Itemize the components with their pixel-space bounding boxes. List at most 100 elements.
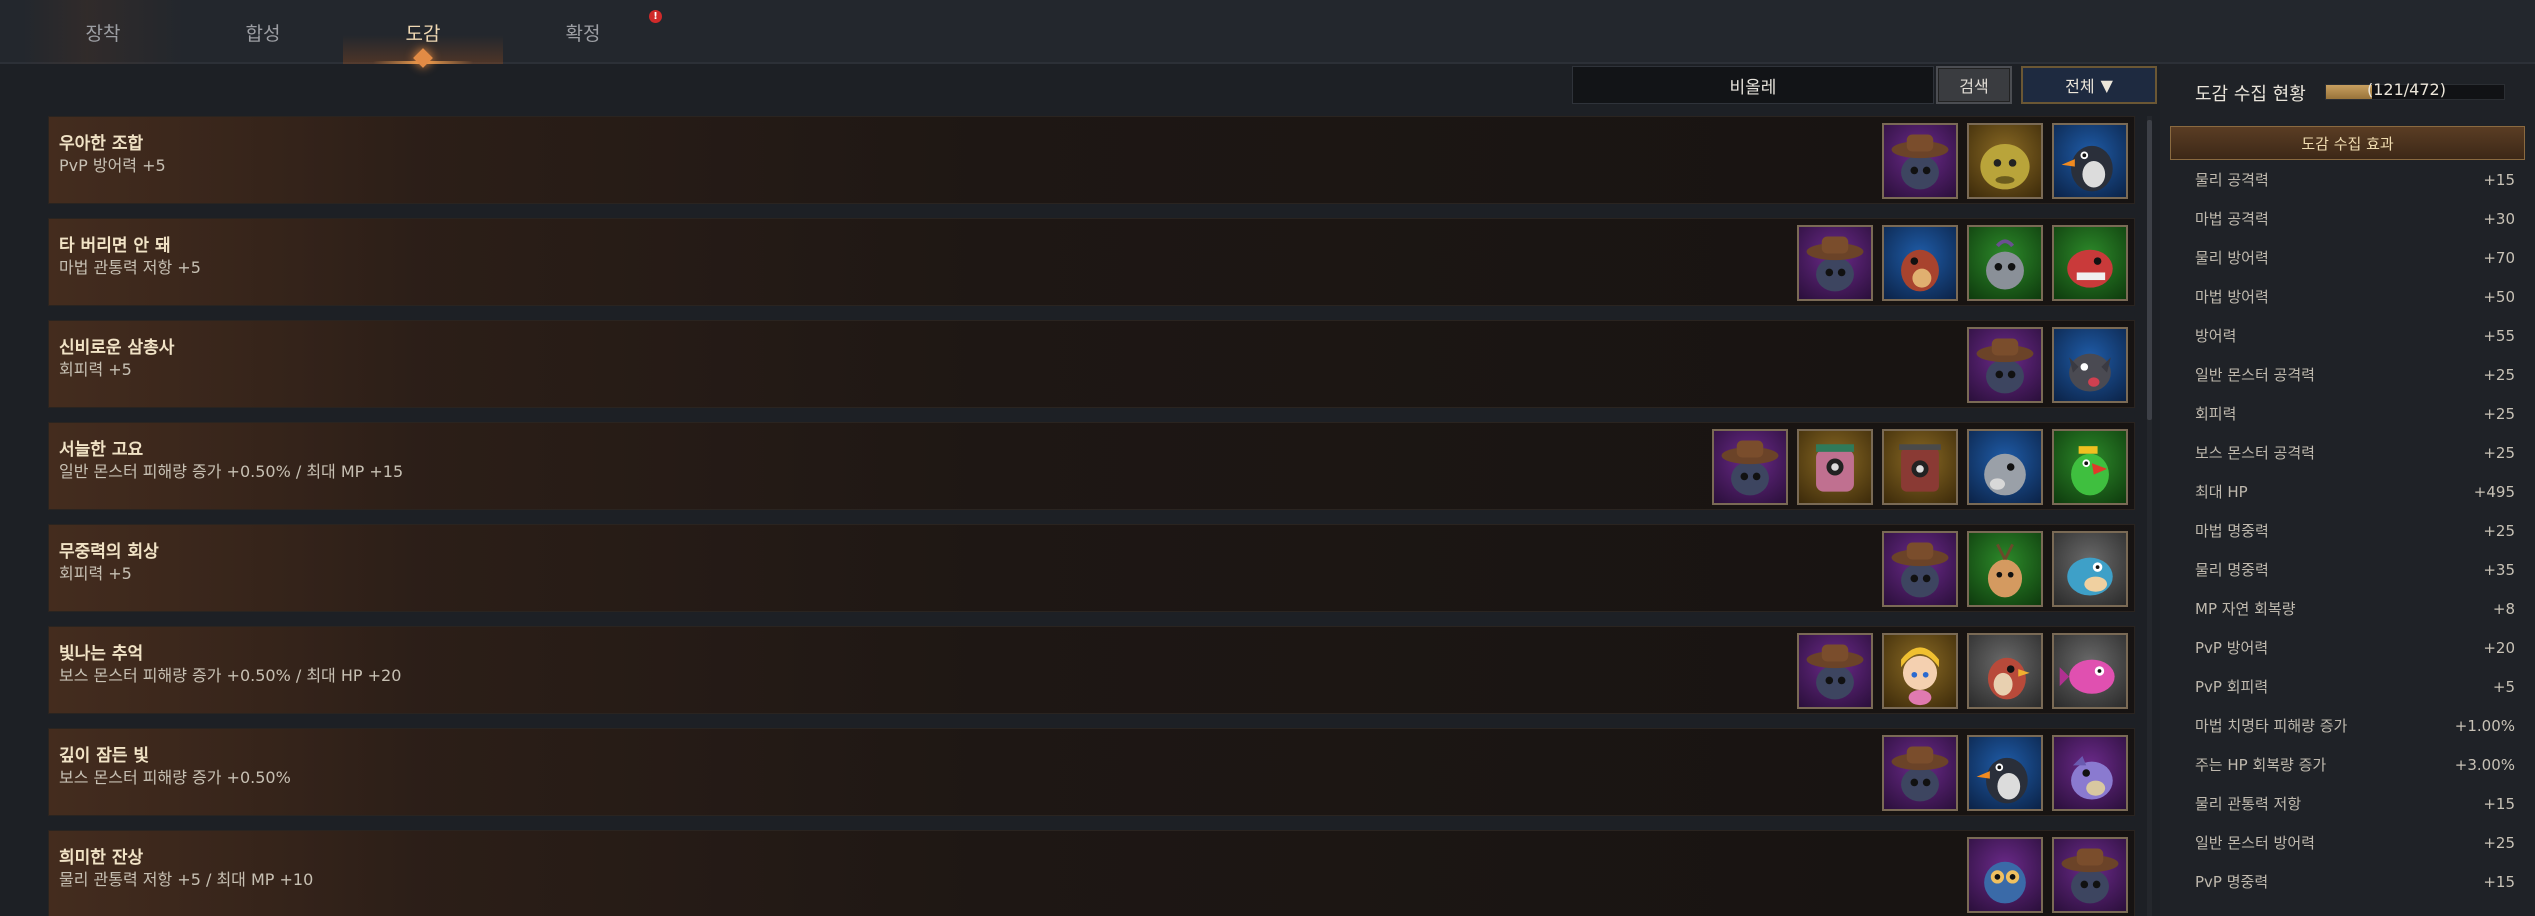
stat-value: +35 <box>2483 560 2515 579</box>
portrait-group <box>1967 327 2128 403</box>
stat-row: 일반 몬스터 방어력 +25 <box>2195 823 2515 862</box>
stat-label: 일반 몬스터 방어력 <box>2195 834 2315 852</box>
codex-row[interactable]: 희미한 잔상 물리 관통력 저항 +5 / 최대 MP +10 <box>48 830 2135 916</box>
creature-portrait-penguin-bird[interactable] <box>2052 123 2128 199</box>
creature-portrait-red-beast[interactable] <box>2052 225 2128 301</box>
stat-row: 마법 공격력 +30 <box>2195 199 2515 238</box>
creature-portrait-fairy-girl[interactable] <box>1882 633 1958 709</box>
collection-progress-text: (121/472) <box>2367 80 2446 99</box>
stat-row: 방어력 +55 <box>2195 316 2515 355</box>
creature-portrait-hat-creature[interactable] <box>1712 429 1788 505</box>
creature-portrait-rock-golem[interactable] <box>1967 123 2043 199</box>
tab-codex-label: 도감 <box>405 22 441 45</box>
stat-label: 마법 명중력 <box>2195 522 2269 540</box>
collection-effect-header: 도감 수집 효과 <box>2170 126 2525 160</box>
row-title: 깊이 잠든 빛 <box>59 746 150 766</box>
tab-confirm-label: 확정 <box>565 22 601 45</box>
tab-bar: 장착 합성 도감 확정 ! <box>0 0 2535 68</box>
creature-portrait-red-robot[interactable] <box>1882 429 1958 505</box>
filter-dropdown[interactable]: 전체 ▼ <box>2021 66 2157 104</box>
stat-label: 방어력 <box>2195 327 2237 345</box>
codex-row[interactable]: 신비로운 삼총사 회피력 +5 <box>48 320 2135 408</box>
creature-portrait-purple-bird[interactable] <box>2052 735 2128 811</box>
filter-label: 전체 <box>2065 77 2095 96</box>
tab-confirm[interactable]: 확정 <box>503 0 663 64</box>
stat-label: 마법 방어력 <box>2195 288 2269 306</box>
codex-row[interactable]: 우아한 조합 PvP 방어력 +5 <box>48 116 2135 204</box>
stat-row: 물리 공격력 +15 <box>2195 160 2515 199</box>
tab-synthesis[interactable]: 합성 <box>183 0 343 64</box>
stat-row: 물리 방어력 +70 <box>2195 238 2515 277</box>
codex-screen: 장착 합성 도감 확정 ! 비올레 검색 전체 ▼ 우아한 조합 PvP 방어력… <box>0 0 2535 916</box>
creature-portrait-hat-creature[interactable] <box>1797 225 1873 301</box>
creature-portrait-penguin-bird[interactable] <box>1967 735 2043 811</box>
row-title: 신비로운 삼총사 <box>59 338 175 358</box>
row-desc: 일반 몬스터 피해량 증가 +0.50% / 최대 MP +15 <box>59 462 404 481</box>
stat-row: 마법 치명타 피해량 증가 +1.00% <box>2195 706 2515 745</box>
stat-value: +25 <box>2483 443 2515 462</box>
stat-label: 주는 HP 회복량 증가 <box>2195 756 2327 774</box>
stat-label: 일반 몬스터 공격력 <box>2195 366 2315 384</box>
stat-value: +8 <box>2492 599 2515 618</box>
row-desc: 마법 관통력 저항 +5 <box>59 258 201 277</box>
creature-portrait-pink-robot[interactable] <box>1797 429 1873 505</box>
list-scroll-thumb[interactable] <box>2147 120 2152 420</box>
codex-row[interactable]: 무중력의 회상 회피력 +5 <box>48 524 2135 612</box>
stat-value: +5 <box>2492 677 2515 696</box>
collection-panel: 도감 수집 현황 (121/472) 도감 수집 효과 물리 공격력 +15 마법… <box>2160 64 2535 916</box>
search-input[interactable]: 비올레 <box>1572 66 1934 104</box>
portrait-group <box>1797 225 2128 301</box>
creature-portrait-hat-creature[interactable] <box>1967 327 2043 403</box>
creature-portrait-hat-creature[interactable] <box>1797 633 1873 709</box>
creature-portrait-ghost-creature[interactable] <box>1967 225 2043 301</box>
portrait-group <box>1882 735 2128 811</box>
stat-label: MP 자연 회복량 <box>2195 600 2296 618</box>
creature-portrait-parrot[interactable] <box>2052 429 2128 505</box>
search-button[interactable]: 검색 <box>1936 66 2012 104</box>
stat-row: 일반 몬스터 공격력 +25 <box>2195 355 2515 394</box>
codex-row[interactable]: 타 버리면 안 돼 마법 관통력 저항 +5 <box>48 218 2135 306</box>
stat-value: +15 <box>2483 170 2515 189</box>
row-title: 타 버리면 안 돼 <box>59 236 171 256</box>
row-desc: 회피력 +5 <box>59 564 132 583</box>
creature-portrait-hat-creature[interactable] <box>2052 837 2128 913</box>
creature-portrait-blue-owl[interactable] <box>1967 837 2043 913</box>
creature-portrait-hat-creature[interactable] <box>1882 531 1958 607</box>
creature-portrait-blue-lizard[interactable] <box>2052 531 2128 607</box>
creature-portrait-sprout-creature[interactable] <box>1967 531 2043 607</box>
stat-label: 물리 공격력 <box>2195 171 2269 189</box>
creature-portrait-red-bird[interactable] <box>1967 633 2043 709</box>
row-desc: 보스 몬스터 피해량 증가 +0.50% <box>59 768 291 787</box>
portrait-group <box>1882 123 2128 199</box>
row-desc: 보스 몬스터 피해량 증가 +0.50% / 최대 HP +20 <box>59 666 402 685</box>
creature-portrait-gray-dino[interactable] <box>1967 429 2043 505</box>
stat-label: 물리 관통력 저항 <box>2195 795 2302 813</box>
creature-portrait-hat-creature[interactable] <box>1882 735 1958 811</box>
codex-row[interactable]: 서늘한 고요 일반 몬스터 피해량 증가 +0.50% / 최대 MP +15 <box>48 422 2135 510</box>
stat-label: 마법 공격력 <box>2195 210 2269 228</box>
creature-portrait-bat-creature[interactable] <box>2052 327 2128 403</box>
stat-label: PvP 회피력 <box>2195 678 2269 696</box>
creature-portrait-pink-fish[interactable] <box>2052 633 2128 709</box>
portrait-group <box>1967 837 2128 913</box>
stat-row: PvP 회피력 +5 <box>2195 667 2515 706</box>
stat-label: 보스 몬스터 공격력 <box>2195 444 2315 462</box>
stat-row: 최대 HP +495 <box>2195 472 2515 511</box>
creature-portrait-hat-creature[interactable] <box>1882 123 1958 199</box>
stat-label: 물리 명중력 <box>2195 561 2269 579</box>
row-title: 무중력의 회상 <box>59 542 159 562</box>
stat-label: PvP 방어력 <box>2195 639 2269 657</box>
codex-row[interactable]: 깊이 잠든 빛 보스 몬스터 피해량 증가 +0.50% <box>48 728 2135 816</box>
row-desc: PvP 방어력 +5 <box>59 156 166 175</box>
tab-synthesis-label: 합성 <box>245 22 281 45</box>
creature-portrait-red-dino[interactable] <box>1882 225 1958 301</box>
alert-badge-icon: ! <box>649 10 662 23</box>
tab-equip[interactable]: 장착 <box>23 0 183 64</box>
codex-row[interactable]: 빛나는 추억 보스 몬스터 피해량 증가 +0.50% / 최대 HP +20 <box>48 626 2135 714</box>
row-title: 우아한 조합 <box>59 134 144 154</box>
collection-progress-fill <box>2326 85 2372 99</box>
stat-label: 최대 HP <box>2195 483 2248 501</box>
tab-codex[interactable]: 도감 <box>343 0 503 68</box>
stat-value: +25 <box>2483 833 2515 852</box>
stat-row: 물리 관통력 저항 +15 <box>2195 784 2515 823</box>
